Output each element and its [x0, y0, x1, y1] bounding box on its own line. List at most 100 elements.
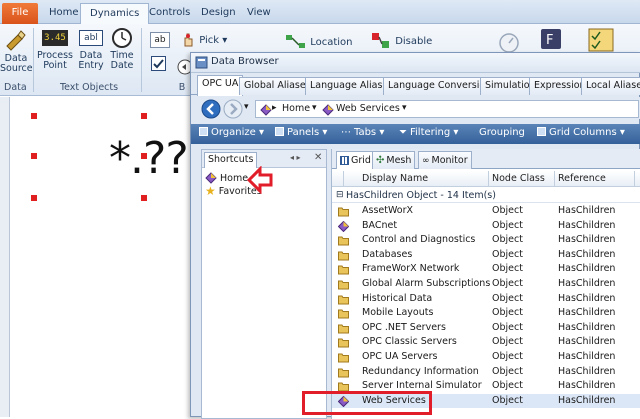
folder-icon — [338, 295, 349, 305]
grid-columns-icon — [537, 127, 546, 136]
cell-reference: HasChildren — [558, 234, 616, 246]
breadcrumb-home[interactable]: Home — [282, 103, 310, 114]
tabs-icon: ⋯ — [341, 127, 351, 138]
close-icon[interactable]: ✕ — [314, 152, 322, 163]
ribbon-tab-design[interactable]: Design — [192, 3, 245, 24]
folder-icon — [338, 251, 349, 261]
ribbon-separator — [33, 28, 34, 92]
table-row[interactable]: FrameWorX Network Object HasChildren — [332, 262, 640, 277]
column-divider[interactable] — [554, 171, 555, 187]
panels-button[interactable]: Panels ▾ — [275, 127, 327, 138]
selection-handle[interactable] — [31, 113, 37, 119]
annotation-arrow — [246, 166, 273, 194]
left-toolbox-strip[interactable] — [0, 97, 10, 417]
cell-reference: HasChildren — [558, 205, 616, 216]
pane-nav-icon[interactable]: ◂ ▸ — [290, 153, 301, 162]
checkmark-icon — [153, 59, 164, 69]
tab-opc-ua[interactable]: OPC UA — [197, 75, 244, 96]
grid-columns-button[interactable]: Grid Columns ▾ — [537, 127, 625, 138]
disable-label: Disable — [395, 36, 433, 47]
selection-handle[interactable] — [31, 195, 37, 201]
column-node-class[interactable]: Node Class — [492, 173, 545, 184]
disable-button[interactable]: Disable — [370, 32, 454, 50]
table-row[interactable]: Historical Data Object HasChildren — [332, 292, 640, 307]
back-icon[interactable] — [201, 99, 221, 119]
shortcut-home[interactable]: Home — [205, 172, 248, 184]
tab-mesh[interactable]: ✣ Mesh — [372, 151, 416, 169]
gauge-icon — [499, 33, 519, 53]
tabs-button[interactable]: ⋯ Tabs ▾ — [341, 127, 384, 138]
cell-display-name: OPC .NET Servers — [362, 321, 446, 333]
collapse-icon[interactable]: ⊟ — [336, 190, 344, 200]
display-canvas[interactable]: *.?? — [11, 97, 191, 417]
column-display-name[interactable]: Display Name — [362, 173, 428, 184]
text-ab-button[interactable]: ab — [150, 32, 170, 48]
cell-node-class: Object — [492, 365, 523, 377]
organize-button[interactable]: Organize ▾ — [199, 127, 264, 138]
table-row[interactable]: Mobile Layouts Object HasChildren — [332, 306, 640, 321]
table-row[interactable]: BACnet Object HasChildren — [332, 219, 640, 234]
address-bar: ▾ ▸ Home ▾ Web Services ▾ — [191, 97, 640, 119]
grid-header: Display Name Node Class Reference — [332, 171, 640, 187]
data-entry-button[interactable]: abl Data Entry — [76, 30, 106, 71]
group-row[interactable]: ⊟ HasChildren Object - 14 Item(s) — [332, 189, 640, 203]
checkbox-button[interactable] — [151, 56, 166, 71]
cell-display-name: OPC Classic Servers — [362, 336, 457, 348]
checklist-icon — [588, 28, 614, 52]
chevron-down-icon: ▾ — [619, 127, 625, 138]
tab-grid[interactable]: Grid — [336, 151, 375, 169]
column-divider[interactable] — [634, 171, 635, 187]
group-label: HasChildren Object - 14 Item(s) — [346, 190, 496, 201]
grouping-label: Grouping — [479, 127, 525, 138]
filtering-button[interactable]: ⏷ Filtering ▾ — [399, 127, 458, 138]
selection-handle[interactable] — [141, 195, 147, 201]
folder-icon — [338, 368, 349, 378]
tab-grid-label: Grid — [351, 154, 371, 166]
table-row[interactable]: OPC .NET Servers Object HasChildren — [332, 321, 640, 336]
cell-display-name: Historical Data — [362, 292, 433, 304]
pick-button[interactable]: Pick ▾ — [180, 32, 240, 48]
time-date-button[interactable]: Time Date — [108, 27, 136, 71]
location-button[interactable]: Location — [285, 34, 355, 50]
column-divider[interactable] — [488, 171, 489, 187]
ribbon-tab-controls[interactable]: Controls — [140, 3, 199, 24]
table-row[interactable]: Global Alarm Subscriptions Object HasChild… — [332, 277, 640, 292]
table-row[interactable]: OPC UA Servers Object HasChildren — [332, 350, 640, 365]
cell-display-name: Databases — [362, 248, 413, 260]
column-reference[interactable]: Reference — [558, 173, 606, 184]
table-row[interactable]: Redundancy Information Object HasChildren — [332, 365, 640, 380]
process-point-text[interactable]: *.?? — [109, 133, 189, 184]
cell-display-name: Mobile Layouts — [362, 307, 434, 319]
table-row[interactable]: Control and Diagnostics Object HasChildren — [332, 233, 640, 248]
forward-icon[interactable] — [223, 99, 243, 119]
process-point-button[interactable]: 3.45 Process Point — [36, 30, 74, 71]
table-row[interactable]: AssetWorX Object HasChildren — [332, 204, 640, 219]
table-row[interactable]: OPC Classic Servers Object HasChildren — [332, 335, 640, 350]
cell-reference: HasChildren — [558, 336, 616, 348]
history-dropdown-icon[interactable]: ▾ — [244, 102, 249, 112]
cell-node-class: Object — [492, 321, 523, 333]
tab-monitor[interactable]: ∞ Monitor — [418, 151, 472, 169]
data-source-button[interactable]: Data Source — [0, 28, 33, 74]
web-services-icon — [322, 104, 334, 116]
home-icon — [205, 172, 217, 184]
ribbon-separator — [141, 28, 142, 92]
ribbon-tab-dynamics[interactable]: Dynamics — [80, 3, 150, 25]
cell-reference: HasChildren — [558, 278, 616, 289]
grouping-button[interactable]: Grouping — [479, 127, 525, 138]
tab-local-aliases[interactable]: Local Aliases — [581, 77, 640, 95]
breadcrumb[interactable]: ▸ Home ▾ Web Services ▾ — [255, 100, 639, 118]
chevron-down-icon: ▾ — [322, 127, 328, 138]
group-label-data: Data — [4, 82, 27, 93]
folder-icon — [338, 324, 349, 334]
ribbon-tab-file[interactable]: File — [2, 3, 38, 24]
clock-icon — [112, 28, 132, 48]
data-browser-titlebar[interactable]: Data Browser — [191, 53, 640, 73]
cell-node-class: Object — [492, 380, 523, 392]
breadcrumb-web-services[interactable]: Web Services — [336, 103, 400, 114]
chevron-down-icon: ▾ — [222, 35, 228, 46]
table-row[interactable]: Databases Object HasChildren — [332, 248, 640, 263]
selection-handle[interactable] — [31, 153, 37, 159]
ribbon-tab-view[interactable]: View — [238, 3, 280, 24]
selection-handle[interactable] — [141, 113, 147, 119]
